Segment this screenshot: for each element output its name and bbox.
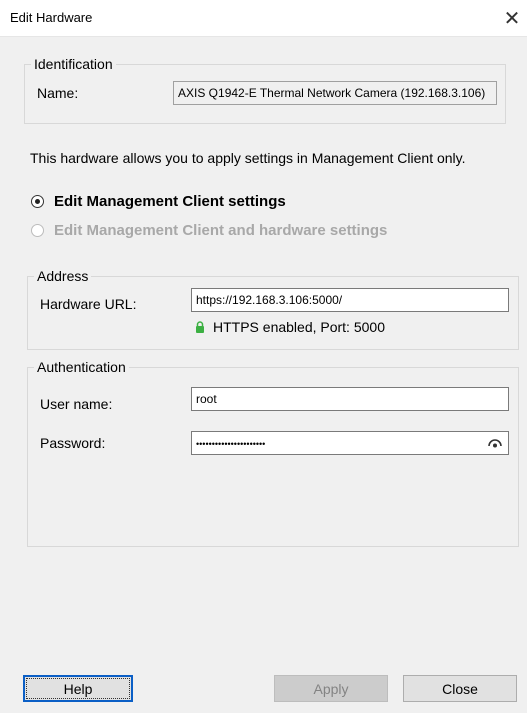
lock-icon xyxy=(196,321,204,333)
apply-button: Apply xyxy=(274,675,388,702)
close-icon[interactable]: ✕ xyxy=(497,0,527,36)
help-button[interactable]: Help xyxy=(23,675,133,702)
hardware-url-field[interactable]: https://192.168.3.106:5000/ xyxy=(191,288,509,312)
password-mask: •••••••••••••••••••••• xyxy=(196,439,266,449)
title-bar: Edit Hardware ✕ xyxy=(0,0,527,37)
address-group: Address Hardware URL: https://192.168.3.… xyxy=(27,268,519,350)
https-status: HTTPS enabled, Port: 5000 xyxy=(195,319,385,335)
radio-edit-client-and-hardware-label: Edit Management Client and hardware sett… xyxy=(54,222,388,239)
radio-edit-client-and-hardware-settings: Edit Management Client and hardware sett… xyxy=(31,222,387,239)
close-button[interactable]: Close xyxy=(403,675,517,702)
identification-legend: Identification xyxy=(31,56,116,72)
username-field[interactable]: root xyxy=(191,387,509,411)
authentication-legend: Authentication xyxy=(34,359,129,375)
identification-group: Identification Name: AXIS Q1942-E Therma… xyxy=(24,56,506,124)
radio-edit-client-settings-label: Edit Management Client settings xyxy=(54,193,286,210)
window-title: Edit Hardware xyxy=(10,10,93,25)
name-label: Name: xyxy=(37,85,79,101)
eye-icon[interactable] xyxy=(488,438,502,448)
username-label: User name: xyxy=(40,396,113,412)
info-text: This hardware allows you to apply settin… xyxy=(30,150,466,166)
authentication-group: Authentication User name: root Password:… xyxy=(27,359,519,547)
password-label: Password: xyxy=(40,435,106,451)
name-field: AXIS Q1942-E Thermal Network Camera (192… xyxy=(173,81,497,105)
radio-checked-icon xyxy=(31,195,44,208)
radio-unchecked-icon xyxy=(31,224,44,237)
address-legend: Address xyxy=(34,268,92,284)
hardware-url-label: Hardware URL: xyxy=(40,296,137,312)
radio-edit-client-settings[interactable]: Edit Management Client settings xyxy=(31,193,286,210)
https-status-text: HTTPS enabled, Port: 5000 xyxy=(213,319,385,335)
password-field[interactable]: •••••••••••••••••••••• xyxy=(191,431,509,455)
